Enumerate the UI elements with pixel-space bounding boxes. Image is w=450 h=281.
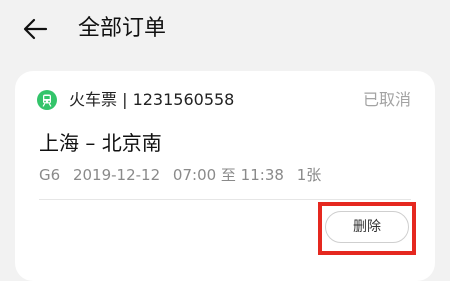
arrow-left-icon: [23, 18, 48, 40]
ticket-count: 1张: [296, 166, 322, 184]
delete-button[interactable]: 删除: [325, 211, 409, 243]
route: 上海 – 北京南: [39, 131, 162, 155]
trip-details: G6 2019-12-12 07:00 至 11:38 1张: [39, 163, 329, 187]
order-status: 已取消: [362, 90, 411, 109]
train-icon: [37, 90, 57, 110]
page-title: 全部订单: [78, 16, 167, 41]
order-card[interactable]: 火车票 | 1231560558 已取消 上海 – 北京南 G6 2019-12…: [15, 71, 435, 281]
top-bar: 全部订单: [0, 0, 450, 58]
divider: [39, 199, 411, 200]
train-number: G6: [39, 166, 61, 184]
order-type-and-number: 火车票 | 1231560558: [69, 90, 235, 109]
trip-date: 2019-12-12: [72, 166, 161, 184]
trip-time: 07:00 至 11:38: [172, 166, 284, 184]
back-button[interactable]: [20, 14, 50, 44]
